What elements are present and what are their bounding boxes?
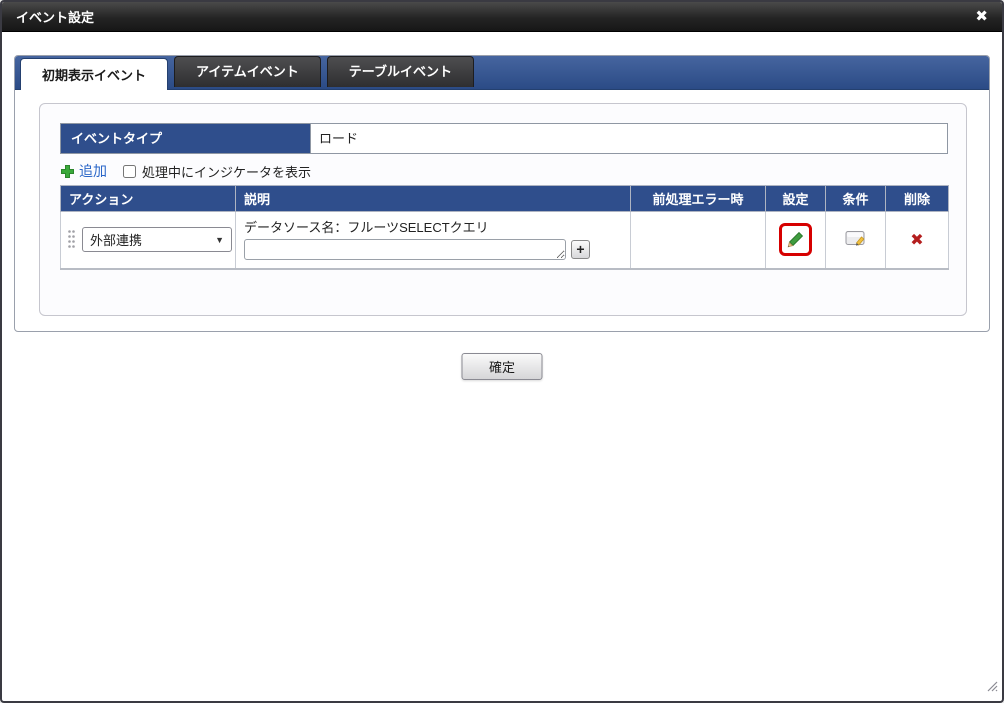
resize-handle[interactable] (985, 679, 998, 697)
indicator-checkbox-label: 処理中にインジケータを表示 (142, 164, 312, 180)
indicator-checkbox[interactable] (123, 164, 136, 178)
add-button[interactable]: 追加 (60, 161, 107, 181)
event-type-row: イベントタイプ ロード (60, 123, 948, 154)
select-caret-icon: ▼ (215, 234, 224, 245)
drag-dots-icon (68, 230, 75, 249)
add-row: 追加 処理中にインジケータを表示 (60, 162, 311, 180)
tab-table-event[interactable]: テーブルイベント (326, 56, 474, 87)
tab-initial-display-event[interactable]: 初期表示イベント (20, 58, 169, 90)
expand-plus-button[interactable]: + (571, 240, 590, 260)
col-header-settings: 設定 (765, 185, 826, 212)
resize-grip-icon (987, 681, 998, 692)
note-edit-icon (845, 230, 865, 246)
pencil-icon (787, 232, 804, 248)
action-type-select[interactable]: 外部連携 ▼ (82, 227, 232, 253)
action-type-selected: 外部連携 (90, 233, 143, 249)
drag-handle[interactable] (67, 229, 76, 250)
action-cell: 外部連携 ▼ (61, 227, 235, 253)
plus-icon (61, 164, 74, 178)
col-header-pre-error: 前処理エラー時 (630, 185, 766, 212)
dialog-title: イベント設定 (16, 10, 95, 25)
description-text: データソース名：フルーツSELECTクエリ (244, 220, 489, 236)
col-header-description: 説明 (235, 185, 631, 212)
dialog-titlebar: イベント設定 ✖ (2, 2, 1002, 32)
delete-button[interactable]: ✖ (910, 232, 923, 249)
event-settings-dialog: イベント設定 ✖ 初期表示イベント アイテムイベント テーブルイベント イベント… (0, 0, 1004, 703)
col-header-condition: 条件 (825, 185, 886, 212)
settings-highlight-box (779, 223, 812, 257)
close-icon[interactable]: ✖ (975, 9, 988, 24)
event-type-label: イベントタイプ (61, 124, 311, 153)
description-input[interactable] (244, 239, 566, 261)
actions-table-header-row: アクション 説明 前処理エラー時 設定 条件 削除 (60, 185, 949, 212)
confirm-button[interactable]: 確定 (461, 353, 543, 380)
add-button-label: 追加 (79, 163, 107, 179)
tab-container: 初期表示イベント アイテムイベント テーブルイベント イベントタイプ ロード 追… (14, 55, 990, 332)
condition-button[interactable] (845, 230, 866, 247)
pre-error-cell (630, 211, 766, 269)
col-header-action: アクション (60, 185, 236, 212)
actions-table: アクション 説明 前処理エラー時 設定 条件 削除 外部連携 ▼ データソース名… (60, 185, 949, 270)
event-panel: イベントタイプ ロード 追加 処理中にインジケータを表示 アクション 説明 前処… (39, 103, 967, 316)
settings-button[interactable] (786, 230, 805, 249)
tab-item-event[interactable]: アイテムイベント (174, 56, 321, 87)
table-row: 外部連携 ▼ データソース名：フルーツSELECTクエリ + ✖ (60, 211, 949, 269)
description-cell: データソース名：フルーツSELECTクエリ + (236, 212, 630, 267)
tab-strip: 初期表示イベント アイテムイベント テーブルイベント (15, 56, 989, 90)
col-header-delete: 削除 (885, 185, 949, 212)
event-type-value: ロード (319, 131, 359, 146)
